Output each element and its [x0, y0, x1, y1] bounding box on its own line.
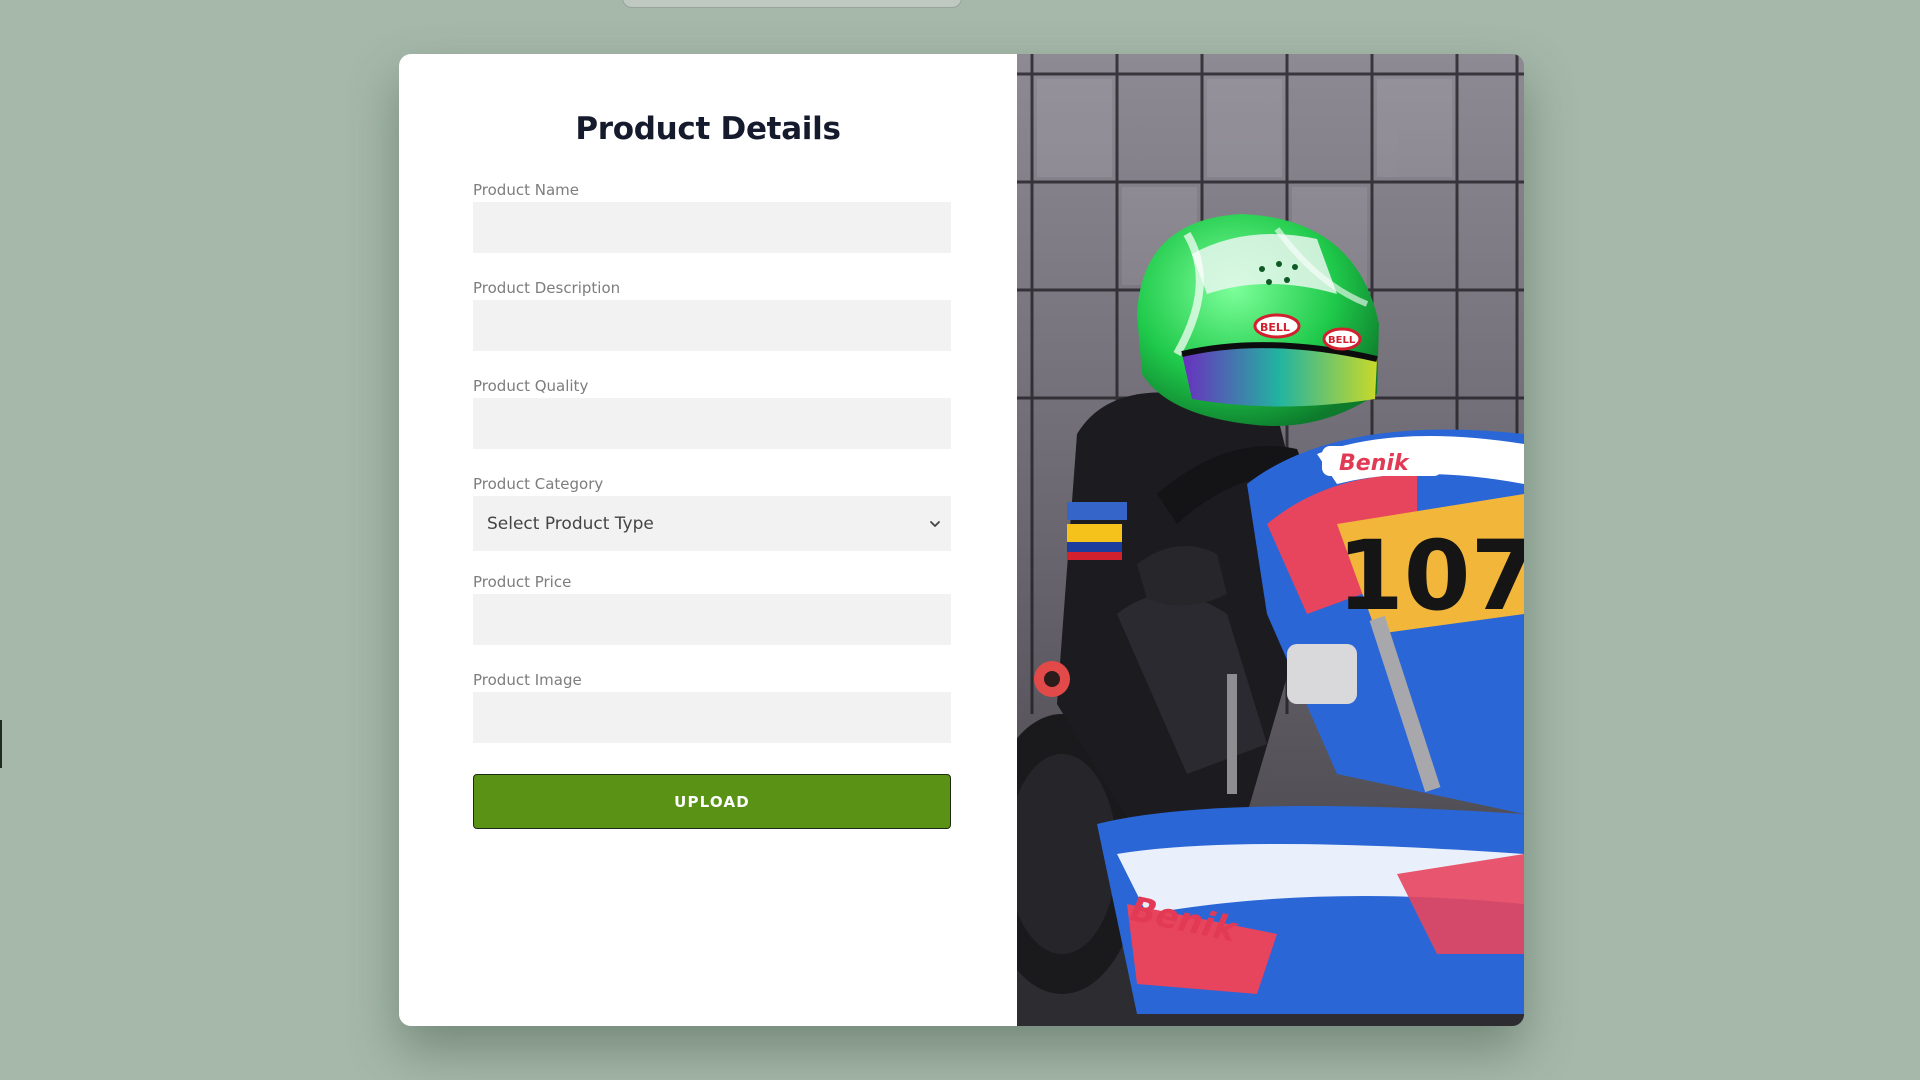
- product-description-input[interactable]: [473, 300, 951, 351]
- left-edge-mark: [0, 720, 2, 768]
- go-kart-photo: 107 Benik Benik BELL BELL: [1017, 54, 1524, 1026]
- helmet-brand-2: BELL: [1328, 335, 1356, 346]
- kart-number: 107: [1337, 520, 1524, 632]
- product-quality-field: Product Quality: [473, 376, 951, 449]
- product-quality-input[interactable]: [473, 398, 951, 449]
- product-name-label: Product Name: [473, 181, 579, 199]
- kart-brand-top: Benik: [1339, 451, 1410, 476]
- product-name-input[interactable]: [473, 202, 951, 253]
- product-image-field: Product Image: [473, 670, 951, 743]
- product-image-label: Product Image: [473, 671, 582, 689]
- product-description-field: Product Description: [473, 278, 951, 351]
- product-form: Product Details Product Name Product Des…: [399, 54, 1017, 1026]
- product-category-label: Product Category: [473, 475, 604, 493]
- browser-top-tab: [622, 0, 962, 8]
- upload-button[interactable]: UPLOAD: [473, 774, 951, 829]
- go-kart-illustration: 107 Benik Benik BELL BELL: [1017, 54, 1524, 1026]
- page-title: Product Details: [575, 111, 841, 147]
- product-category-selected: Select Product Type: [487, 513, 654, 534]
- product-card: Product Details Product Name Product Des…: [399, 54, 1524, 1026]
- product-category-field: Product Category Select Product Type: [473, 474, 951, 551]
- product-price-field: Product Price: [473, 572, 951, 645]
- product-price-label: Product Price: [473, 573, 572, 591]
- product-category-select[interactable]: Select Product Type: [473, 496, 951, 551]
- product-description-label: Product Description: [473, 279, 621, 297]
- product-image-input[interactable]: [473, 692, 951, 743]
- product-price-input[interactable]: [473, 594, 951, 645]
- product-name-field: Product Name: [473, 180, 951, 253]
- helmet-brand-1: BELL: [1260, 321, 1290, 334]
- chevron-down-icon: [930, 520, 940, 527]
- product-quality-label: Product Quality: [473, 377, 589, 395]
